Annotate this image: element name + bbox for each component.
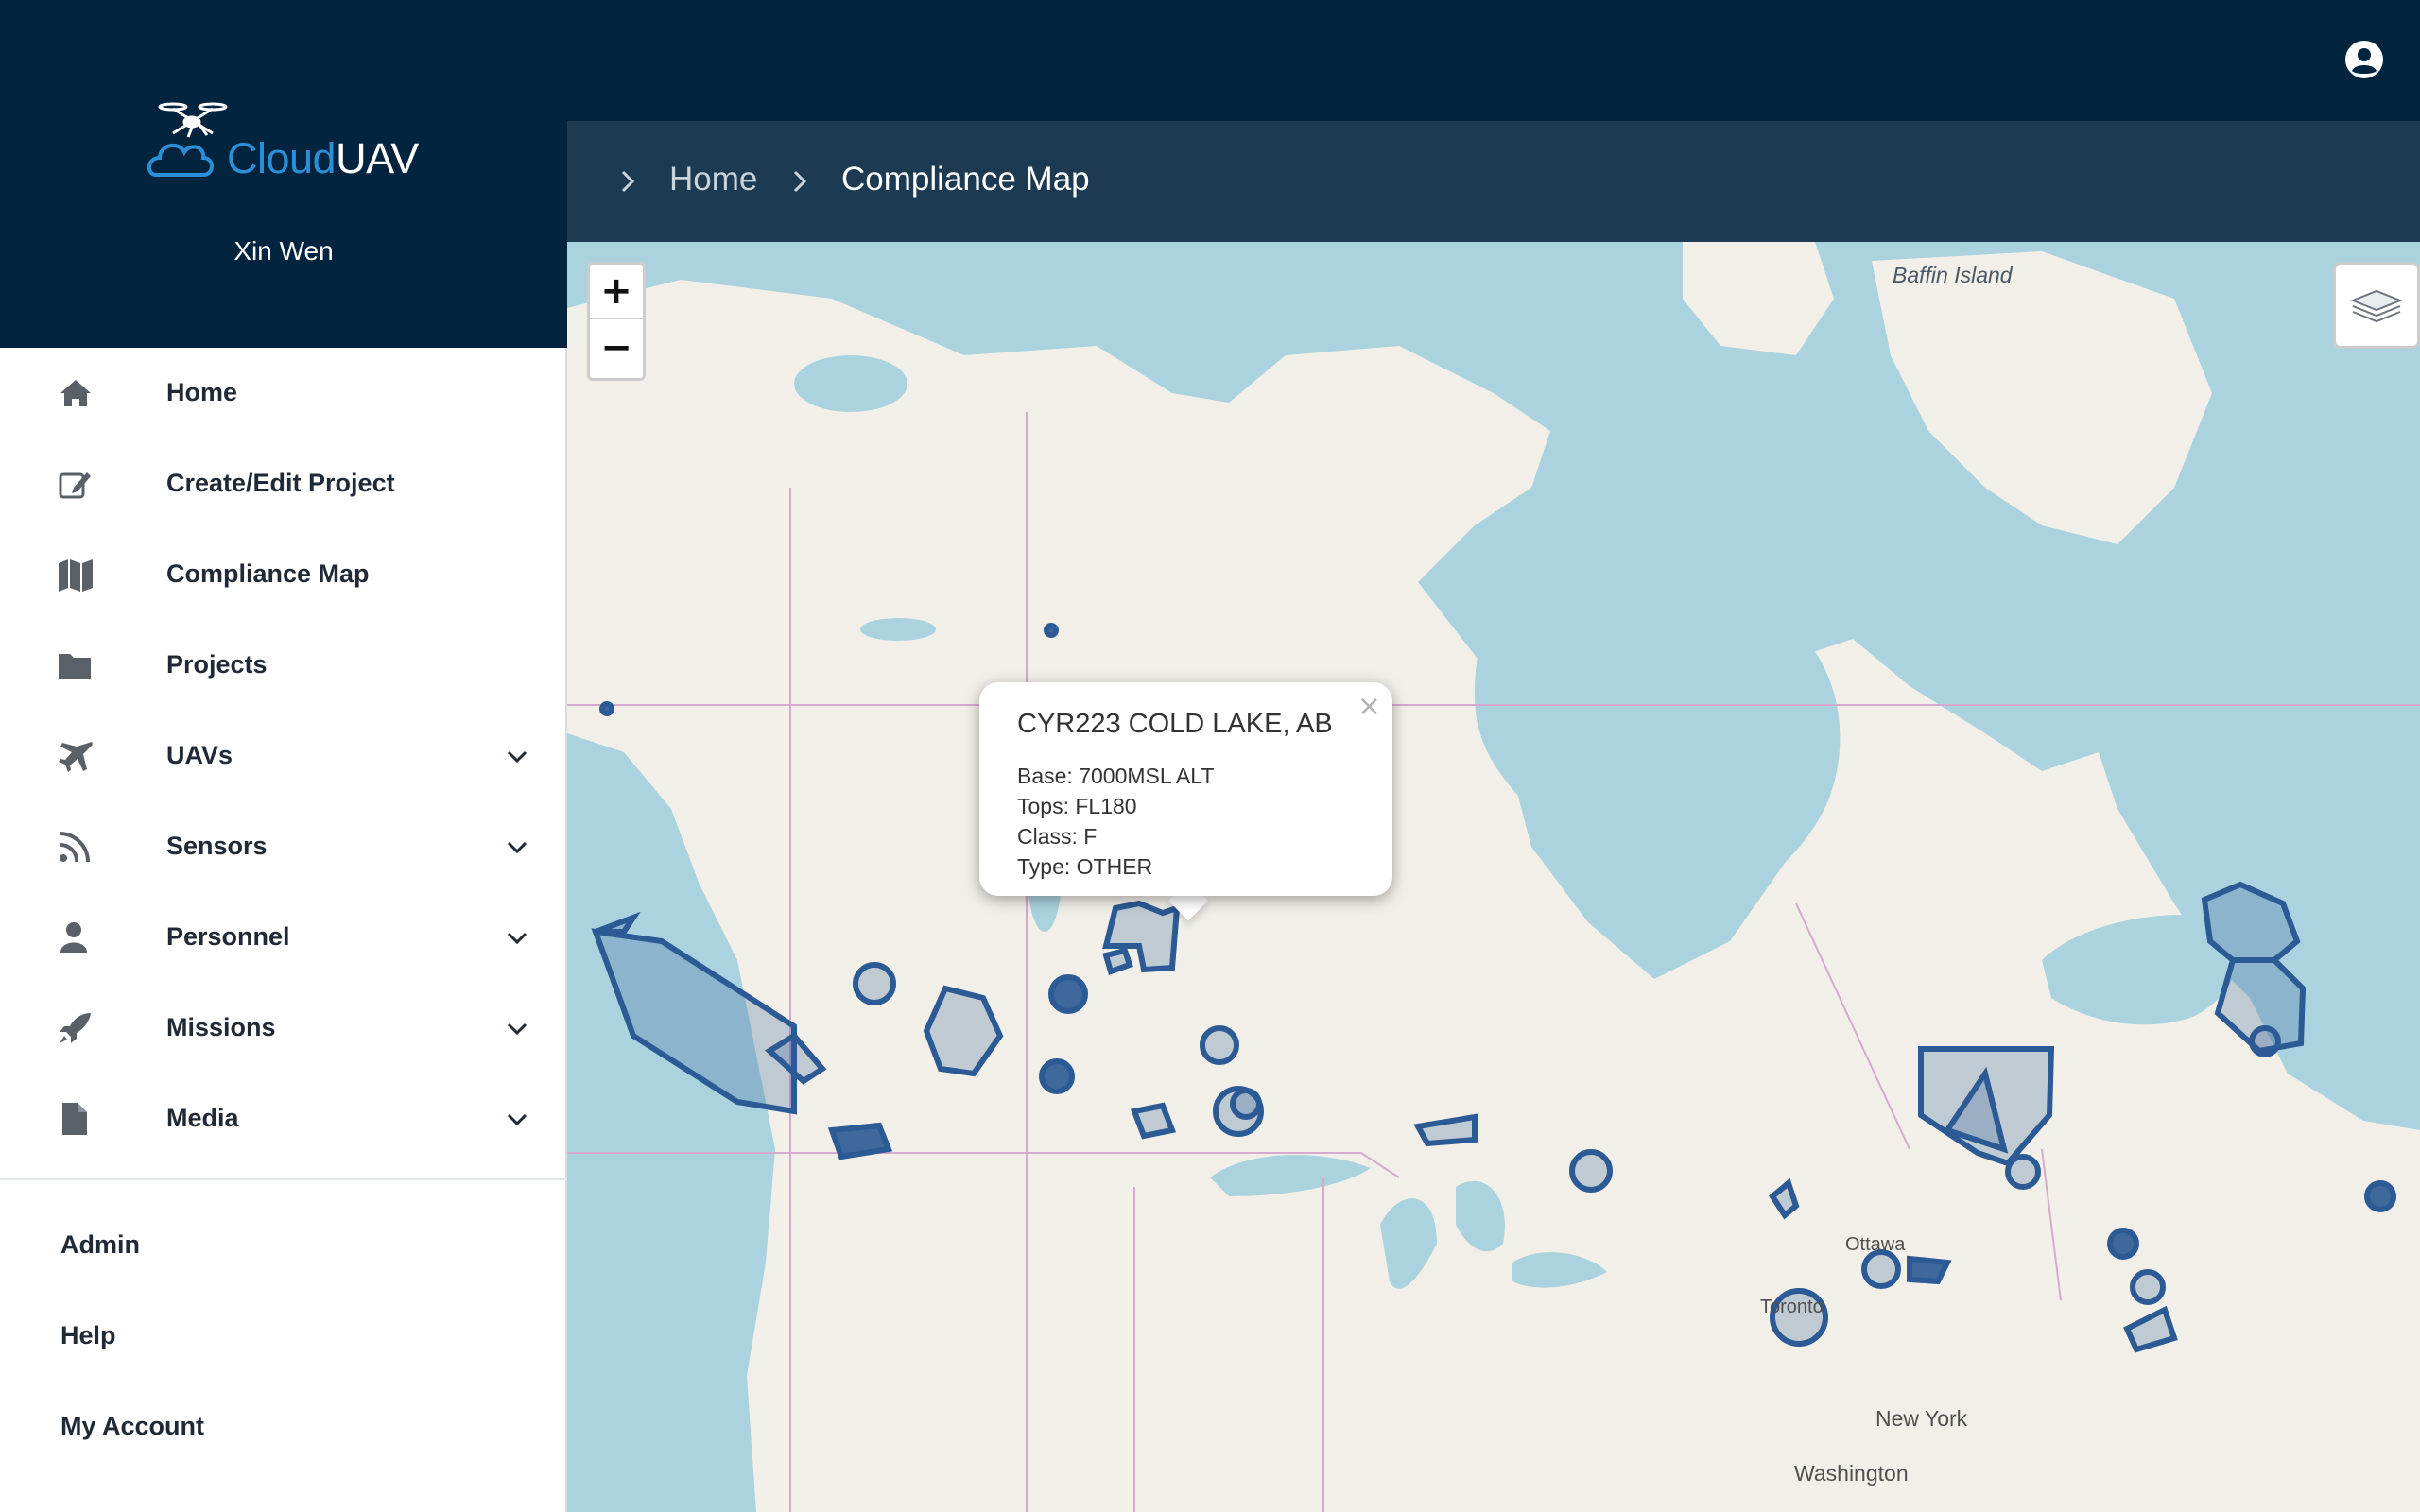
sidebar-item-label: Help	[60, 1321, 116, 1349]
map-water-lake-athabasca	[860, 618, 936, 641]
sidebar-item-home[interactable]: Home	[0, 348, 567, 438]
map-label-baffin-island: Baffin Island	[1893, 263, 2013, 287]
sidebar-item-my-account[interactable]: My Account	[0, 1382, 567, 1472]
layers-control[interactable]	[2333, 262, 2420, 349]
sidebar-item-admin[interactable]: Admin	[0, 1200, 567, 1291]
sidebar-item-label: Personnel	[166, 922, 290, 951]
map-land-baffin-island	[1872, 251, 2212, 544]
zoom-out-button[interactable]: −	[590, 321, 643, 376]
zoom-control: + −	[587, 262, 646, 381]
brand-name-uav: UAV	[336, 134, 419, 182]
airspace-zone-quebec-city[interactable]	[2005, 1154, 2041, 1190]
airspace-zone-halifax[interactable]	[2130, 1269, 2166, 1305]
folder-icon	[59, 654, 91, 679]
chevron-right-icon	[793, 170, 807, 193]
sidebar-item-label: Media	[166, 1104, 239, 1132]
airspace-zone-lethbridge[interactable]	[1130, 1102, 1177, 1140]
sidebar-item-sensors[interactable]: Sensors	[0, 801, 567, 892]
breadcrumb: Home Compliance Map	[567, 121, 2420, 242]
airspace-zone-montreal-cluster[interactable]	[1907, 1255, 1952, 1285]
airspace-zone-st-johns[interactable]	[2364, 1180, 2396, 1212]
sidebar-item-label: UAVs	[166, 741, 233, 769]
airspace-zone-cold-lake-small[interactable]	[1102, 947, 1133, 975]
map-icon	[59, 559, 93, 592]
airspace-zone-labrador-north[interactable]	[2201, 881, 2301, 963]
sidebar-item-missions[interactable]: Missions	[0, 983, 567, 1074]
user-icon	[60, 922, 87, 953]
chevron-down-icon[interactable]	[503, 743, 531, 771]
chevron-right-icon	[621, 170, 635, 193]
sidebar-item-label: Sensors	[166, 832, 268, 860]
sidebar-item-label: Compliance Map	[166, 559, 370, 588]
breadcrumb-home-link[interactable]: Home	[669, 161, 757, 198]
sidebar-item-label: Projects	[166, 650, 268, 679]
compliance-map[interactable]: + − Baffin Island Ottawa Toronto New Yor…	[567, 242, 2420, 1512]
popup-tops: Tops: FL180	[1017, 794, 1137, 818]
airspace-popup: × CYR223 COLD LAKE, AB Base: 7000MSL ALT…	[979, 682, 1392, 896]
airspace-zone-regina-outer[interactable]	[1230, 1088, 1262, 1120]
popup-type: Type: OTHER	[1017, 854, 1153, 879]
map-label-washington: Washington	[1794, 1461, 1909, 1486]
airspace-zone-vancouver[interactable]	[827, 1122, 893, 1160]
layers-icon	[2350, 289, 2403, 323]
airspace-zone-kamloops[interactable]	[853, 962, 896, 1005]
airspace-zone-edmonton[interactable]	[1048, 974, 1088, 1014]
chevron-down-icon[interactable]	[503, 1015, 531, 1043]
sidebar-item-create-edit-project[interactable]: Create/Edit Project	[0, 438, 567, 529]
user-account-icon[interactable]	[2344, 40, 2384, 79]
plane-icon	[59, 742, 93, 772]
map-canvas[interactable]	[567, 242, 2420, 1512]
brand-name: CloudUAV	[227, 134, 419, 183]
popup-title: CYR223 COLD LAKE, AB	[1017, 709, 1333, 739]
popup-base: Base: 7000MSL ALT	[1017, 764, 1215, 788]
sidebar-item-compliance-map[interactable]: Compliance Map	[0, 529, 567, 620]
rss-icon	[59, 832, 90, 863]
airspace-zone-moncton[interactable]	[2107, 1228, 2139, 1260]
home-icon	[60, 380, 91, 406]
chevron-down-icon[interactable]	[503, 833, 531, 862]
chevron-down-icon[interactable]	[503, 924, 531, 953]
rocket-icon	[60, 1013, 91, 1043]
sidebar: CloudUAV Xin Wen Home Create/Edit Projec…	[0, 0, 567, 1512]
airspace-zone-saskatoon[interactable]	[1200, 1025, 1239, 1065]
breadcrumb-current-page: Compliance Map	[841, 161, 1090, 198]
popup-class: Class: F	[1017, 824, 1098, 849]
sidebar-item-projects[interactable]: Projects	[0, 620, 567, 711]
airspace-zone-ottawa[interactable]	[1861, 1249, 1901, 1289]
sidebar-item-label: Missions	[166, 1013, 276, 1041]
sidebar-divider	[0, 1178, 567, 1180]
user-name: Xin Wen	[233, 236, 334, 266]
sidebar-item-help[interactable]: Help	[0, 1291, 567, 1382]
brand-header: CloudUAV Xin Wen	[0, 0, 567, 348]
sidebar-item-personnel[interactable]: Personnel	[0, 892, 567, 983]
sidebar-item-media[interactable]: Media	[0, 1074, 567, 1164]
airspace-zone-calgary[interactable]	[1039, 1058, 1075, 1094]
edit-icon	[59, 472, 91, 499]
popup-close-button[interactable]: ×	[1357, 690, 1381, 723]
zoom-in-button[interactable]: +	[590, 265, 643, 319]
sidebar-item-label: Create/Edit Project	[166, 469, 395, 497]
sidebar-item-label: My Account	[60, 1412, 205, 1440]
airspace-zone-thunder-bay[interactable]	[1569, 1149, 1613, 1193]
airspace-zone-yellowknife[interactable]	[1044, 623, 1059, 638]
airspace-zone-whitehorse[interactable]	[599, 701, 614, 716]
airspace-zone-goose-bay[interactable]	[2249, 1025, 2281, 1057]
map-label-new-york: New York	[1876, 1406, 1968, 1431]
map-land-arctic-island	[1683, 242, 1834, 355]
file-icon	[62, 1103, 87, 1135]
chevron-down-icon[interactable]	[503, 1106, 531, 1134]
sidebar-item-uavs[interactable]: UAVs	[0, 711, 567, 801]
sidebar-item-label: Admin	[60, 1230, 140, 1259]
map-label-toronto: Toronto	[1760, 1297, 1824, 1317]
map-water-great-slave-lake	[794, 355, 908, 412]
brand-name-cloud: Cloud	[227, 134, 337, 182]
map-label-ottawa: Ottawa	[1845, 1234, 1906, 1255]
sidebar-item-label: Home	[166, 378, 238, 406]
